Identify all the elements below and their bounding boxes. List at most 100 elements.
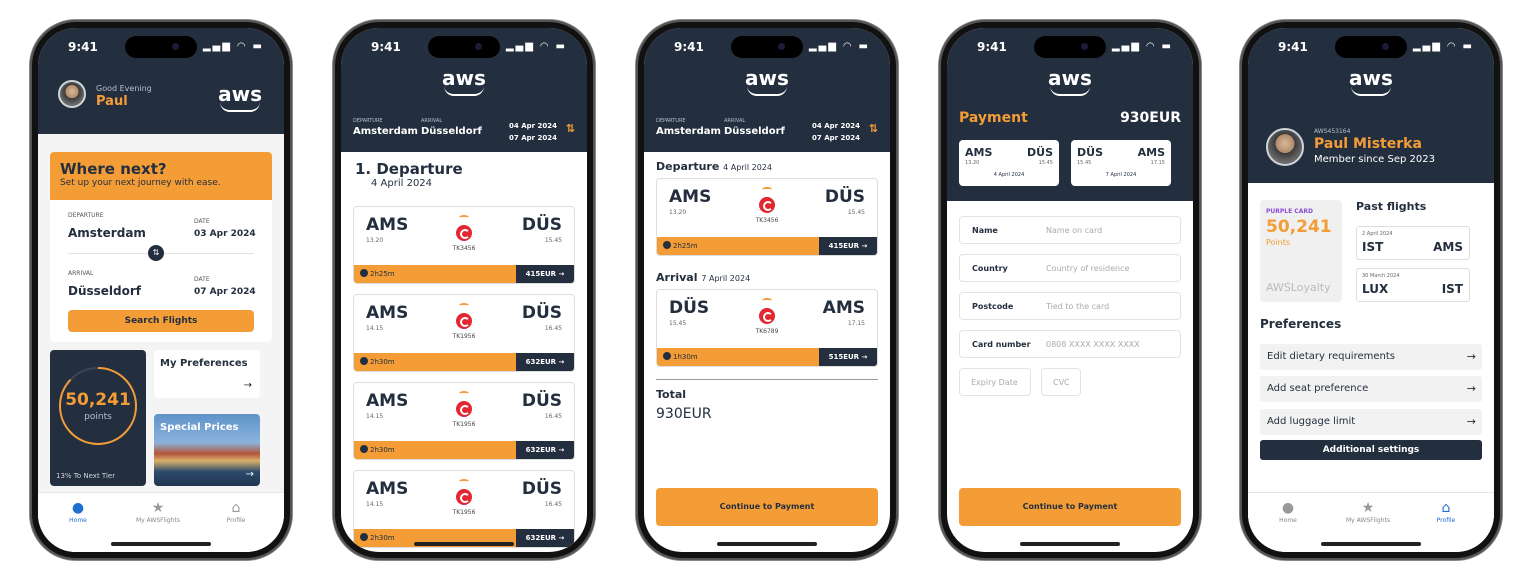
- filter-icon[interactable]: ⇅: [869, 122, 878, 135]
- mini-to: AMS: [1137, 146, 1165, 159]
- flight-code: TK3456: [755, 217, 779, 224]
- dynamic-island: [1034, 36, 1106, 58]
- total-divider: [656, 379, 878, 380]
- flight-price-button[interactable]: 415EUR →: [516, 265, 574, 283]
- flight-card[interactable]: AMS 14.15 TK1956 DÜS 16.45 2h30m 632EUR →: [353, 382, 575, 460]
- card-number-field-label: Card number: [972, 340, 1031, 349]
- country-field[interactable]: Country Country of residence: [959, 254, 1181, 282]
- route-date-out: 04 Apr 2024: [812, 122, 860, 130]
- avatar[interactable]: [58, 80, 86, 108]
- tab-profile[interactable]: ⌂ Profile: [1406, 499, 1486, 524]
- home-screen: 9:41 ▂▄▆ ◠ ▬ Good Evening Paul aws Where …: [38, 28, 284, 552]
- home-indicator: [1321, 542, 1421, 546]
- flight-bar: 1h30m 515EUR →: [657, 348, 877, 366]
- flight-price-button[interactable]: 515EUR →: [819, 348, 877, 366]
- summary-arrival-date: 7 April 2024: [701, 274, 751, 283]
- continue-to-payment-button[interactable]: Continue to Payment: [656, 488, 878, 526]
- tab-home-label: Home: [69, 517, 87, 524]
- flight-card[interactable]: AMS 14.15 TK1956 DÜS 16.45 2h30m 632EUR →: [353, 294, 575, 372]
- flight-duration: 2h30m: [360, 533, 395, 542]
- signal-wifi-battery-icon: ▂▄▆ ◠ ▬: [808, 41, 870, 52]
- flight-price-button[interactable]: 632EUR →: [516, 353, 574, 371]
- flight-price-button[interactable]: 632EUR →: [516, 441, 574, 459]
- summary-departure-heading: Departure 4 April 2024: [656, 160, 772, 173]
- dynamic-island: [428, 36, 500, 58]
- expiry-field[interactable]: Expiry Date: [959, 368, 1031, 396]
- edit-dietary-button[interactable]: Edit dietary requirements →: [1260, 344, 1482, 370]
- arrival-label: ARRIVAL: [68, 270, 94, 277]
- home-indicator: [414, 542, 514, 546]
- flight-duration-text: 2h25m: [673, 242, 698, 250]
- flight-from: AMS: [366, 391, 409, 411]
- past-flight-1[interactable]: 2 April 2024 IST AMS: [1356, 226, 1470, 260]
- loyalty-points: 50,241: [1266, 217, 1332, 237]
- card-number-field[interactable]: Card number 0808 XXXX XXXX XXXX: [959, 330, 1181, 358]
- route-arrival-label: ARRIVAL: [421, 118, 443, 124]
- aws-logo: aws: [442, 68, 486, 96]
- route-arrival: Düsseldorf: [724, 126, 785, 137]
- departure-city[interactable]: Amsterdam: [68, 226, 146, 240]
- flight-from-time: 13.20: [366, 237, 384, 244]
- next-tier-text: 13% To Next Tier: [56, 472, 116, 480]
- loyalty-card[interactable]: PURPLE CARD 50,241 Points AWSLoyalty: [1260, 200, 1342, 302]
- aws-logo: aws: [218, 84, 262, 112]
- flight-duration-text: 2h30m: [370, 534, 395, 542]
- past-flight-2[interactable]: 30 March 2024 LUX IST: [1356, 268, 1470, 302]
- filter-icon[interactable]: ⇅: [566, 122, 575, 135]
- my-preferences-title: My Preferences: [160, 358, 248, 369]
- aws-logo-text: aws: [1349, 66, 1393, 90]
- flight-code: TK1956: [452, 421, 476, 428]
- country-field-placeholder: Country of residence: [1046, 264, 1130, 273]
- postcode-field[interactable]: Postcode Tied to the card: [959, 292, 1181, 320]
- cvc-field[interactable]: CVC: [1041, 368, 1081, 396]
- flight-duration-text: 2h25m: [370, 270, 395, 278]
- flight-price-button[interactable]: 415EUR →: [819, 237, 877, 255]
- add-luggage-limit-button[interactable]: Add luggage limit →: [1260, 409, 1482, 435]
- departure-date[interactable]: 03 Apr 2024: [194, 229, 256, 239]
- additional-settings-button[interactable]: Additional settings: [1260, 440, 1482, 460]
- flight-to-time: 17.15: [847, 320, 865, 327]
- flight-card[interactable]: AMS 14.15 TK1956 DÜS 16.45 2h30m 632EUR →: [353, 470, 575, 548]
- card-number-field-placeholder: 0808 XXXX XXXX XXXX: [1046, 340, 1140, 349]
- mini-date: 4 April 2024: [993, 172, 1025, 178]
- add-seat-preference-button[interactable]: Add seat preference →: [1260, 376, 1482, 402]
- summary-arrival-title: Arrival: [656, 271, 698, 284]
- my-preferences-card[interactable]: My Preferences →: [154, 350, 260, 398]
- flight-card[interactable]: AMS 13.20 TK3456 DÜS 15.45 2h25m 415EUR →: [656, 178, 878, 256]
- aws-logo: aws: [1349, 68, 1393, 96]
- signal-wifi-battery-icon: ▂▄▆ ◠ ▬: [1412, 41, 1474, 52]
- flight-card[interactable]: DÜS 15.45 TK6789 AMS 17.15 1h30m 515EUR →: [656, 289, 878, 367]
- flight-from: DÜS: [669, 298, 710, 318]
- points-value: 50,241: [65, 390, 131, 410]
- expiry-placeholder: Expiry Date: [971, 378, 1018, 387]
- flight-card[interactable]: AMS 13.20 TK3456 DÜS 15.45 2h25m 415EUR →: [353, 206, 575, 284]
- departure-date-label: DATE: [194, 218, 210, 225]
- search-flights-button[interactable]: Search Flights: [68, 310, 254, 332]
- swap-icon[interactable]: ⇅: [148, 245, 164, 261]
- flight-from: AMS: [669, 187, 712, 207]
- tab-my-flights[interactable]: ★ My AWSFlights: [118, 499, 198, 524]
- route-dates: 04 Apr 2024 07 Apr 2024: [509, 120, 557, 144]
- arrival-date[interactable]: 07 Apr 2024: [194, 287, 256, 297]
- points-card[interactable]: 50,241 points 13% To Next Tier: [50, 350, 146, 486]
- aws-logo: aws: [745, 68, 789, 96]
- special-prices-card[interactable]: Special Prices →: [154, 414, 260, 486]
- airline-logo-icon: [759, 197, 775, 213]
- flight-duration-text: 2h30m: [370, 358, 395, 366]
- continue-to-payment-button[interactable]: Continue to Payment: [959, 488, 1181, 526]
- arrival-city[interactable]: Düsseldorf: [68, 284, 141, 298]
- tab-my-flights[interactable]: ★ My AWSFlights: [1328, 499, 1408, 524]
- tab-profile[interactable]: ⌂ Profile: [196, 499, 276, 524]
- cvc-placeholder: CVC: [1053, 378, 1070, 387]
- name-field[interactable]: Name Name on card: [959, 216, 1181, 244]
- flight-path-icon: [459, 391, 469, 396]
- phone-profile: 9:41 ▂▄▆ ◠ ▬ aws AWS453164 Paul Misterka …: [1240, 20, 1502, 560]
- mini-from: AMS: [965, 146, 993, 159]
- dynamic-island: [125, 36, 197, 58]
- flight-price-button[interactable]: 632EUR →: [516, 529, 574, 547]
- tab-home[interactable]: ● Home: [1248, 499, 1328, 524]
- tab-home[interactable]: ● Home: [38, 499, 118, 524]
- country-field-label: Country: [972, 264, 1008, 273]
- payment-title: Payment: [959, 110, 1028, 126]
- avatar[interactable]: [1266, 128, 1304, 166]
